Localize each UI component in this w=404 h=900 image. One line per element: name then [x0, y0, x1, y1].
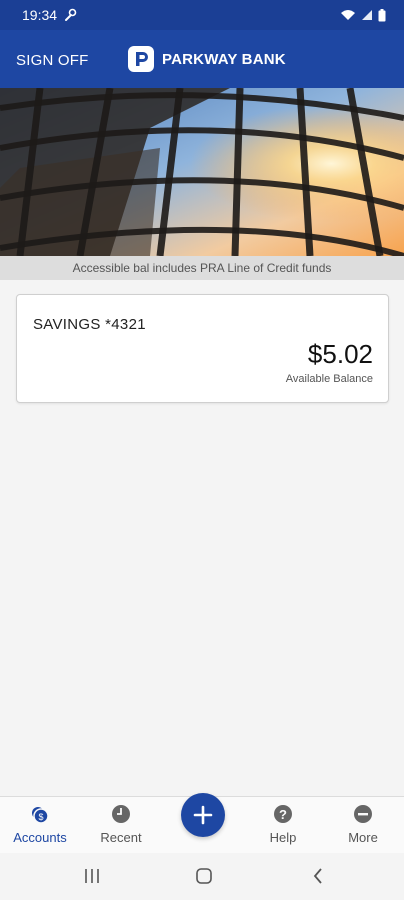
balance-label: Available Balance [285, 373, 373, 385]
back-button[interactable] [312, 867, 324, 890]
status-right [340, 8, 386, 22]
home-button[interactable] [195, 867, 213, 890]
account-name: SAVINGS *4321 [33, 316, 146, 333]
nav-more[interactable]: More [323, 797, 403, 854]
account-card[interactable]: SAVINGS *4321 $5.02 Available Balance [16, 294, 389, 403]
accounts-icon: $ [32, 807, 49, 824]
svg-text:$: $ [38, 812, 43, 822]
nav-accounts[interactable]: $ Accounts [0, 797, 80, 854]
nav-accounts-label: Accounts [13, 830, 67, 845]
recent-apps-icon [85, 869, 99, 883]
nav-recent-label: Recent [100, 830, 142, 845]
status-left: 19:34 [22, 7, 77, 23]
plus-icon [193, 805, 213, 825]
clock-icon [112, 805, 130, 823]
add-action-button[interactable] [181, 793, 225, 837]
status-bar: 19:34 [0, 0, 404, 30]
nav-more-label: More [348, 830, 378, 845]
wrench-icon [65, 8, 77, 21]
wifi-icon [341, 10, 355, 20]
recent-apps-button[interactable] [84, 867, 100, 890]
brand-name: PARKWAY BANK [162, 50, 286, 68]
hero-image [0, 88, 404, 256]
system-nav-bar [0, 853, 404, 900]
nav-recent[interactable]: Recent [81, 797, 161, 854]
more-icon [354, 805, 372, 823]
account-balance: $5.02 [307, 339, 373, 369]
battery-icon [378, 8, 386, 21]
parkway-logo-icon [128, 46, 154, 72]
app-header: SIGN OFF PARKWAY BANK [0, 30, 404, 88]
help-icon: ? [274, 805, 292, 823]
nav-help[interactable]: ? Help [243, 797, 323, 854]
nav-help-label: Help [269, 830, 297, 845]
signal-icon [362, 10, 372, 20]
status-time: 19:34 [22, 7, 58, 23]
svg-text:?: ? [279, 807, 287, 822]
home-icon [196, 868, 212, 884]
back-icon [313, 868, 322, 884]
brand: PARKWAY BANK [128, 46, 286, 72]
credit-notice: Accessible bal includes PRA Line of Cred… [0, 256, 404, 280]
sign-off-button[interactable]: SIGN OFF [16, 52, 88, 69]
